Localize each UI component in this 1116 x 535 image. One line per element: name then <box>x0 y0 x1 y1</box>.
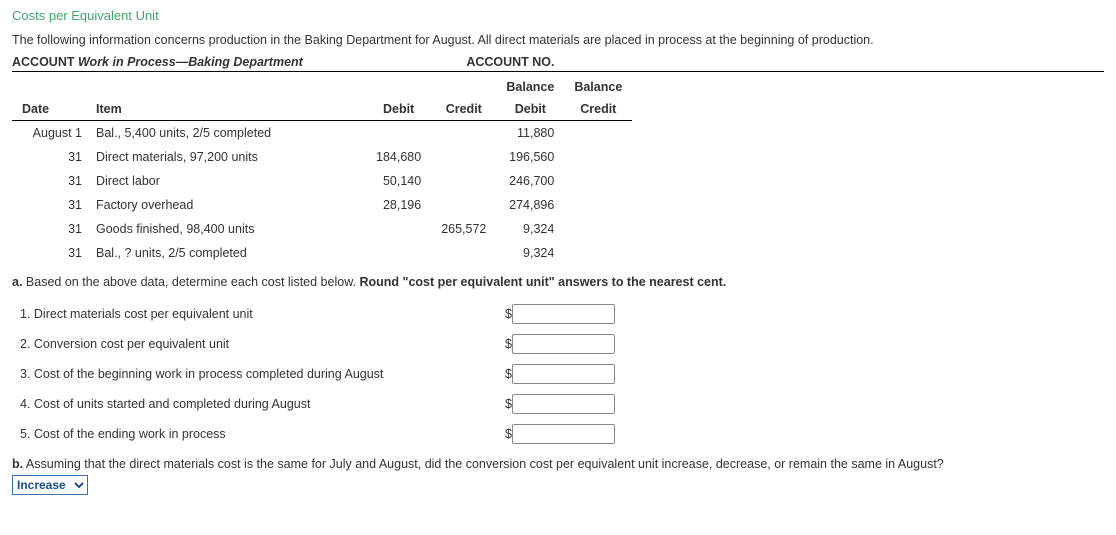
cell-credit <box>431 145 496 169</box>
question-row: 5. Cost of the ending work in process$ <box>20 419 1104 449</box>
cell-bal-credit <box>564 121 632 146</box>
col-bal-debit: Debit <box>496 98 564 121</box>
page-root: Costs per Equivalent Unit The following … <box>0 0 1116 503</box>
part-b-lead: b. <box>12 457 23 471</box>
part-a-lead: a. <box>12 275 22 289</box>
balance-header-top: Balance <box>496 76 564 98</box>
intro-text: The following information concerns produ… <box>12 33 1104 47</box>
col-item: Item <box>86 98 366 121</box>
cell-bal-debit: 246,700 <box>496 169 564 193</box>
col-credit: Credit <box>431 98 496 121</box>
table-row: 31Bal., ? units, 2/5 completed 9,324 <box>12 241 632 265</box>
cell-credit: 265,572 <box>431 217 496 241</box>
question-row: 4. Cost of units started and completed d… <box>20 389 1104 419</box>
answer-input[interactable] <box>512 334 615 354</box>
balance-header-top2: Balance <box>564 76 632 98</box>
cell-debit <box>366 121 431 146</box>
question-text: 3. Cost of the beginning work in process… <box>20 367 500 381</box>
part-a-text1: Based on the above data, determine each … <box>26 275 360 289</box>
dollar-sign: $ <box>500 367 512 381</box>
cell-bal-debit: 274,896 <box>496 193 564 217</box>
question-row: 2. Conversion cost per equivalent unit$ <box>20 329 1104 359</box>
cell-date: 31 <box>12 145 86 169</box>
cell-debit: 184,680 <box>366 145 431 169</box>
cell-bal-debit: 196,560 <box>496 145 564 169</box>
account-name: Work in Process—Baking Department <box>78 55 303 69</box>
cell-date: 31 <box>12 241 86 265</box>
dollar-sign: $ <box>500 427 512 441</box>
cell-debit: 50,140 <box>366 169 431 193</box>
cell-item: Goods finished, 98,400 units <box>86 217 366 241</box>
cell-credit <box>431 121 496 146</box>
table-row: 31Factory overhead28,196 274,896 <box>12 193 632 217</box>
answer-input[interactable] <box>512 394 615 414</box>
cell-bal-credit <box>564 241 632 265</box>
question-text: 5. Cost of the ending work in process <box>20 427 500 441</box>
question-row: 1. Direct materials cost per equivalent … <box>20 299 1104 329</box>
question-text: 1. Direct materials cost per equivalent … <box>20 307 500 321</box>
cell-item: Factory overhead <box>86 193 366 217</box>
page-title: Costs per Equivalent Unit <box>12 8 1104 23</box>
table-row: 31Direct materials, 97,200 units184,680 1… <box>12 145 632 169</box>
part-a-text2: Round "cost per equivalent unit" answers… <box>359 275 726 289</box>
cell-credit <box>431 169 496 193</box>
col-debit: Debit <box>366 98 431 121</box>
answer-input[interactable] <box>512 304 615 324</box>
cell-credit <box>431 193 496 217</box>
cell-item: Bal., 5,400 units, 2/5 completed <box>86 121 366 146</box>
question-row: 3. Cost of the beginning work in process… <box>20 359 1104 389</box>
answer-input[interactable] <box>512 364 615 384</box>
cell-bal-debit: 11,880 <box>496 121 564 146</box>
cell-bal-credit <box>564 169 632 193</box>
cell-debit <box>366 241 431 265</box>
cell-bal-debit: 9,324 <box>496 241 564 265</box>
part-b: b. Assuming that the direct materials co… <box>12 457 1104 495</box>
cell-date: August 1 <box>12 121 86 146</box>
cell-bal-credit <box>564 193 632 217</box>
cell-debit <box>366 217 431 241</box>
table-row: August 1Bal., 5,400 units, 2/5 completed… <box>12 121 632 146</box>
question-text: 2. Conversion cost per equivalent unit <box>20 337 500 351</box>
account-header-line: ACCOUNT Work in Process—Baking Departmen… <box>12 55 1104 72</box>
cell-bal-credit <box>564 145 632 169</box>
part-b-text: Assuming that the direct materials cost … <box>26 457 944 471</box>
table-row: 31Goods finished, 98,400 units 265,5729,3… <box>12 217 632 241</box>
cell-date: 31 <box>12 193 86 217</box>
question-list: 1. Direct materials cost per equivalent … <box>12 299 1104 449</box>
part-b-select[interactable]: IncreaseDecreaseSame <box>12 475 88 495</box>
part-a: a. Based on the above data, determine ea… <box>12 275 1104 449</box>
cell-item: Direct materials, 97,200 units <box>86 145 366 169</box>
dollar-sign: $ <box>500 397 512 411</box>
account-label: ACCOUNT <box>12 55 75 69</box>
account-no-label: ACCOUNT NO. <box>466 55 554 69</box>
col-bal-credit: Credit <box>564 98 632 121</box>
answer-input[interactable] <box>512 424 615 444</box>
cell-credit <box>431 241 496 265</box>
col-date: Date <box>12 98 86 121</box>
cell-bal-debit: 9,324 <box>496 217 564 241</box>
dollar-sign: $ <box>500 307 512 321</box>
cell-item: Direct labor <box>86 169 366 193</box>
cell-debit: 28,196 <box>366 193 431 217</box>
ledger-table: Balance Balance Date Item Debit Credit D… <box>12 76 632 265</box>
question-text: 4. Cost of units started and completed d… <box>20 397 500 411</box>
dollar-sign: $ <box>500 337 512 351</box>
cell-bal-credit <box>564 217 632 241</box>
table-row: 31Direct labor50,140 246,700 <box>12 169 632 193</box>
cell-date: 31 <box>12 169 86 193</box>
cell-item: Bal., ? units, 2/5 completed <box>86 241 366 265</box>
cell-date: 31 <box>12 217 86 241</box>
